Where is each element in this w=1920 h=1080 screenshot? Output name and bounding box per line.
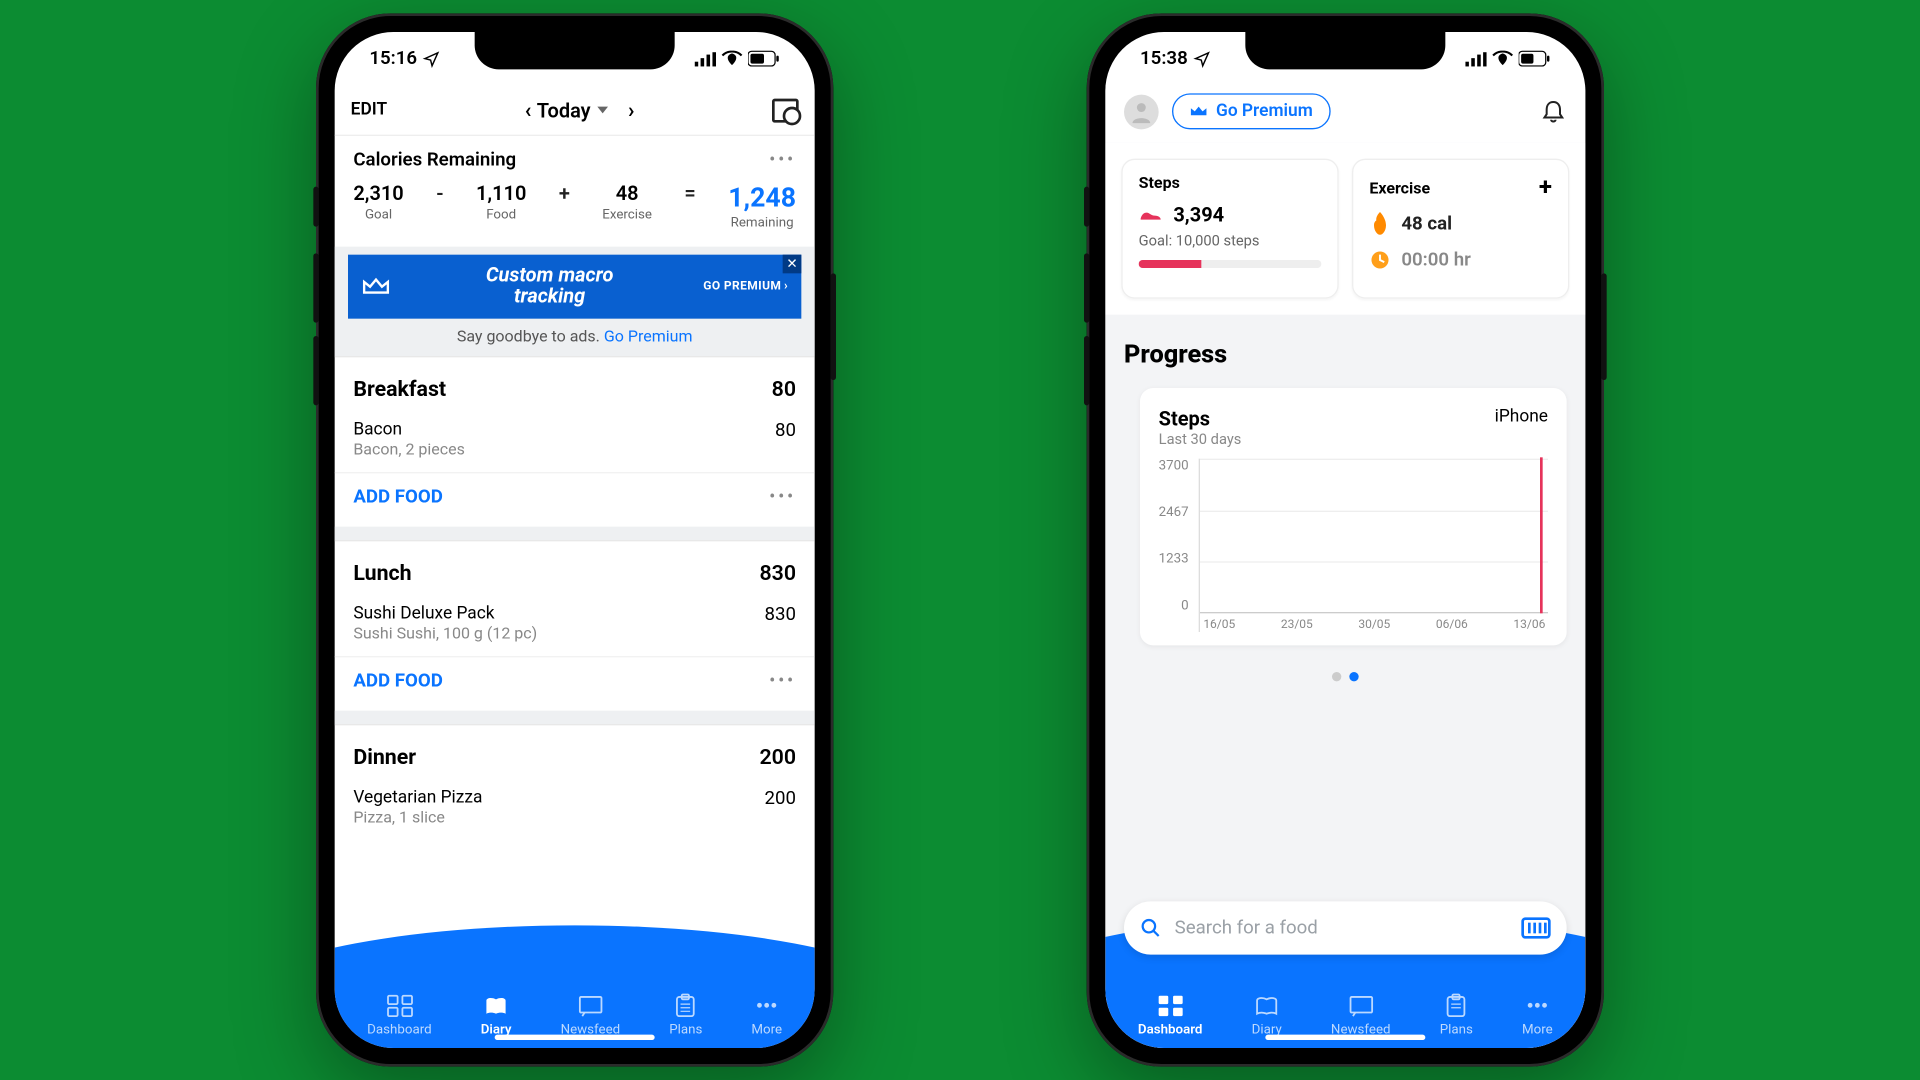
calories-more-button[interactable]: ••• bbox=[769, 149, 796, 170]
steps-progress bbox=[1139, 260, 1322, 268]
flame-icon bbox=[1369, 212, 1390, 236]
go-premium-button[interactable]: Go Premium bbox=[1172, 93, 1330, 129]
tab-bar: Dashboard Diary Newsfeed bbox=[1105, 993, 1585, 1037]
tab-newsfeed[interactable]: Newsfeed bbox=[1331, 993, 1391, 1037]
dashboard-icon bbox=[385, 993, 414, 1017]
wifi-icon bbox=[721, 51, 742, 67]
search-icon bbox=[1140, 917, 1161, 938]
calories-remaining-title: Calories Remaining bbox=[353, 149, 516, 170]
premium-ad-banner[interactable]: Custom macrotracking GO PREMIUM› ✕ bbox=[348, 255, 801, 318]
location-icon bbox=[1193, 50, 1210, 67]
add-food-button[interactable]: ADD FOOD bbox=[353, 670, 443, 691]
food-search[interactable]: Search for a food bbox=[1124, 901, 1567, 954]
tab-diary[interactable]: Diary bbox=[481, 993, 512, 1037]
diary-icon bbox=[1252, 993, 1281, 1017]
prev-day-button[interactable]: ‹ bbox=[525, 97, 532, 122]
diary-icon bbox=[481, 993, 510, 1017]
newsfeed-icon bbox=[576, 993, 605, 1017]
nutrition-detail-icon[interactable] bbox=[772, 98, 799, 122]
tab-dashboard[interactable]: Dashboard bbox=[367, 993, 432, 1037]
tab-newsfeed[interactable]: Newsfeed bbox=[561, 993, 621, 1037]
avatar[interactable] bbox=[1124, 94, 1159, 129]
dashboard-icon bbox=[1156, 993, 1185, 1017]
exercise-calories: 48 Exercise bbox=[602, 181, 652, 222]
phone-diary: 15:16 EDIT ‹ Today bbox=[316, 13, 833, 1066]
tab-plans[interactable]: Plans bbox=[1440, 993, 1473, 1037]
status-time: 15:16 bbox=[369, 48, 417, 69]
next-day-button[interactable]: › bbox=[628, 97, 634, 122]
ad-close-button[interactable]: ✕ bbox=[783, 255, 802, 274]
goal-calories: 2,310 Goal bbox=[353, 181, 403, 222]
shoe-icon bbox=[1139, 205, 1163, 224]
crown-icon bbox=[1189, 104, 1208, 119]
clock-icon bbox=[1369, 249, 1390, 270]
newsfeed-icon bbox=[1346, 993, 1375, 1017]
user-icon bbox=[1128, 98, 1155, 125]
add-food-button[interactable]: ADD FOOD bbox=[353, 486, 443, 507]
edit-button[interactable]: EDIT bbox=[351, 100, 387, 120]
battery-icon bbox=[1519, 51, 1551, 67]
tab-bar: Dashboard Diary Newsfeed Plans bbox=[335, 993, 815, 1037]
notifications-icon[interactable] bbox=[1540, 97, 1567, 126]
steps-chart: 3700 2467 1233 0 bbox=[1159, 459, 1548, 632]
meal-lunch: Lunch 830 Sushi Deluxe Pack Sushi Sushi,… bbox=[335, 539, 815, 710]
cellular-icon bbox=[1465, 51, 1486, 66]
food-item[interactable]: Vegetarian Pizza Pizza, 1 slice 200 bbox=[335, 782, 815, 839]
cellular-icon bbox=[695, 51, 716, 66]
tab-plans[interactable]: Plans bbox=[669, 993, 702, 1037]
dropdown-icon[interactable] bbox=[596, 105, 609, 116]
tab-diary[interactable]: Diary bbox=[1252, 993, 1282, 1037]
exercise-card[interactable]: Exercise+ 48 cal 00:00 hr bbox=[1352, 159, 1569, 299]
meal-breakfast: Breakfast 80 Bacon Bacon, 2 pieces 80 AD… bbox=[335, 355, 815, 526]
ad-subtext: Say goodbye to ads. Go Premium bbox=[348, 326, 801, 345]
tab-dashboard[interactable]: Dashboard bbox=[1138, 993, 1203, 1037]
plans-icon bbox=[1442, 993, 1471, 1017]
status-time: 15:38 bbox=[1140, 48, 1188, 69]
remaining-calories: 1,248 Remaining bbox=[728, 181, 796, 230]
meal-dinner: Dinner 200 Vegetarian Pizza Pizza, 1 sli… bbox=[335, 723, 815, 839]
add-exercise-button[interactable]: + bbox=[1539, 173, 1552, 201]
more-icon bbox=[1523, 993, 1552, 1017]
meal-more-button[interactable]: ••• bbox=[769, 670, 796, 691]
crown-icon bbox=[361, 276, 390, 297]
phone-dashboard: 15:38 Go Premium bbox=[1087, 13, 1604, 1066]
chart-pager[interactable] bbox=[1124, 661, 1567, 686]
steps-chart-card[interactable]: Steps Last 30 days iPhone 3700 2467 1233 bbox=[1140, 388, 1567, 645]
search-placeholder: Search for a food bbox=[1175, 917, 1522, 938]
plans-icon bbox=[671, 993, 700, 1017]
progress-title: Progress bbox=[1124, 339, 1567, 370]
location-icon bbox=[422, 50, 439, 67]
barcode-scan-button[interactable] bbox=[1521, 917, 1550, 938]
meal-more-button[interactable]: ••• bbox=[769, 486, 796, 507]
wifi-icon bbox=[1492, 51, 1513, 67]
date-label[interactable]: Today bbox=[537, 98, 591, 122]
tab-more[interactable]: More bbox=[751, 993, 782, 1037]
food-item[interactable]: Bacon Bacon, 2 pieces 80 bbox=[335, 414, 815, 471]
go-premium-link[interactable]: Go Premium bbox=[604, 326, 693, 345]
more-icon bbox=[752, 993, 781, 1017]
food-item[interactable]: Sushi Deluxe Pack Sushi Sushi, 100 g (12… bbox=[335, 598, 815, 655]
tab-more[interactable]: More bbox=[1522, 993, 1553, 1037]
food-calories: 1,110 Food bbox=[476, 181, 526, 222]
steps-card[interactable]: Steps 3,394 Goal: 10,000 steps bbox=[1121, 159, 1338, 299]
battery-icon bbox=[748, 51, 780, 67]
chart-data-line bbox=[1540, 457, 1543, 613]
